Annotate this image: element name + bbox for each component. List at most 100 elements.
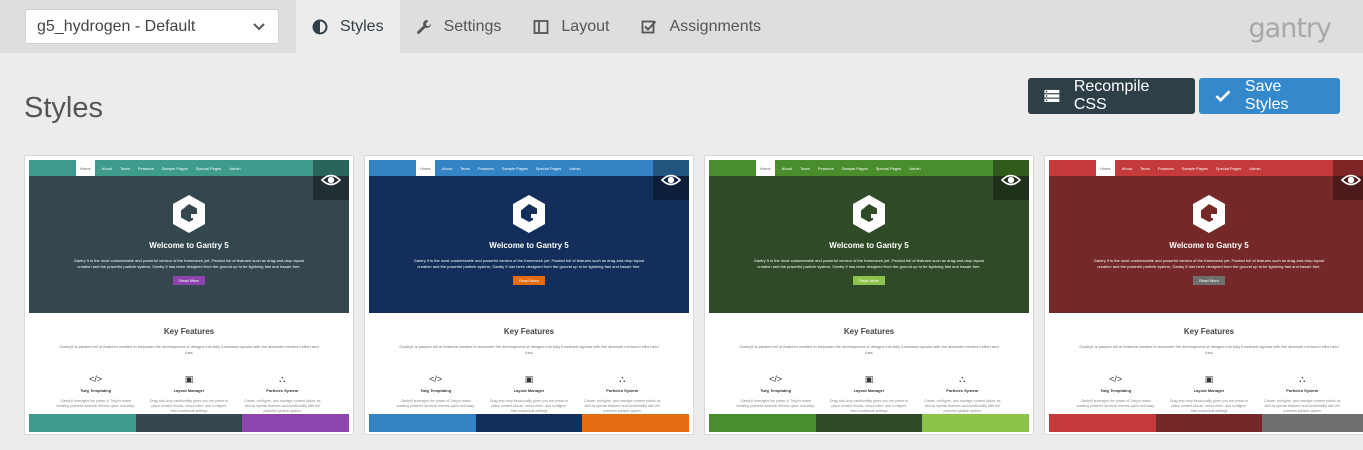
code-icon: </> [1109,374,1123,384]
preview-feature-name: Layout Manager [1193,388,1225,393]
layout-icon [533,19,549,34]
preview-nav: Home About Team Features Sample Pages Sp… [29,160,349,176]
gantry-g-logo [1193,195,1225,233]
tab-label: Settings [443,17,502,35]
tab-label: Layout [561,17,610,35]
recompile-css-label: Recompile CSS [1073,78,1150,113]
color-swatch [709,414,816,432]
preset-preview: Home About Team Features Sample Pages Sp… [709,160,1029,432]
preview-feature: </> Twig Templating Gantry5 leverages th… [396,374,476,414]
cubes-icon: ⛬ [1299,374,1306,384]
preview-eye-button[interactable] [313,160,349,200]
gantry-g-logo [173,195,205,233]
preset-preview: Home About Team Features Sample Pages Sp… [1049,160,1363,432]
preview-hero-text: Gantry 5 is the most customizable and po… [1093,258,1325,269]
preview-feature-name: Particles System [946,388,979,393]
checkmark-icon [1215,90,1231,103]
tab-layout[interactable]: Layout [517,0,625,53]
contrast-icon [312,19,328,34]
preview-kf-text: Gantry5 is packed full of features creat… [59,344,319,355]
tab-label: Assignments [669,17,762,35]
preview-eye-button[interactable] [1333,160,1363,200]
preview-nav-item: Admin [909,165,921,171]
preview-feature: </> Twig Templating Gantry5 leverages th… [736,374,816,414]
preview-eye-button[interactable] [993,160,1029,200]
preview-feature-name: Layout Manager [853,388,885,393]
preview-nav-item: Admin [229,165,241,171]
recompile-css-button[interactable]: Recompile CSS [1028,78,1195,114]
main-tabs: Styles Settings Layout Assignments [296,0,777,53]
preview-feature-desc: Create, configure, and manage content bl… [244,399,321,413]
preview-feature-name: Twig Templating [760,388,792,393]
preview-feature: ⛬ Particles System Create, configure, an… [242,374,322,414]
preview-nav-item: Team [800,165,810,171]
preview-nav-home: Home [756,160,775,176]
preset-card[interactable]: Home About Team Features Sample Pages Sp… [24,155,354,435]
preview-feature: ⛬ Particles System Create, configure, an… [582,374,662,414]
preview-feature-desc: Drag-and-drop functionality gives you th… [149,399,229,413]
color-swatch [29,414,136,432]
chevron-down-icon [253,23,265,31]
preset-preview: Home About Team Features Sample Pages Sp… [29,160,349,432]
preview-eye-button[interactable] [653,160,689,200]
color-swatch [1155,414,1263,432]
preview-nav-item: Features [137,165,154,171]
preview-nav-item: Team [1140,165,1150,171]
preview-nav-item: Sample Pages [1181,165,1208,171]
preview-nav-item: About [781,165,793,171]
theme-select-value: g5_hydrogen - Default [37,17,196,35]
preview-feature-name: Particles System [1286,388,1319,393]
preview-nav-item: Features [817,165,834,171]
tab-label: Styles [340,17,384,35]
preview-kf-title: Key Features [163,327,215,336]
preview-nav-item: Sample Pages [841,165,868,171]
cubes-icon: ⛬ [959,374,966,384]
color-swatch [922,414,1029,432]
color-swatch [815,414,923,432]
preview-hero-title: Welcome to Gantry 5 [489,241,569,250]
preview-feature-name: Layout Manager [513,388,545,393]
preset-card[interactable]: Home About Team Features Sample Pages Sp… [704,155,1034,435]
code-icon: </> [429,374,443,384]
preview-hero: Welcome to Gantry 5 Gantry 5 is the most… [709,176,1029,313]
gantry-g-logo [853,195,885,233]
layout-manager-icon: ▣ [184,374,194,384]
preview-nav-item: About [441,165,453,171]
color-swatch [582,414,689,432]
color-swatch [1049,414,1156,432]
preview-feature: ⛬ Particles System Create, configure, an… [1262,374,1342,414]
preview-kf-title: Key Features [1183,327,1235,336]
color-swatch [242,414,349,432]
preview-features: </> Twig Templating Gantry5 leverages th… [369,374,689,414]
wrench-icon [416,19,431,34]
preview-hero-text: Gantry 5 is the most customizable and po… [413,258,645,269]
color-swatches [369,414,689,432]
cubes-icon: ⛬ [279,374,286,384]
eye-icon [321,174,341,186]
tab-assignments[interactable]: Assignments [625,0,777,53]
tab-settings[interactable]: Settings [400,0,518,53]
preview-feature-desc: Drag-and-drop functionality gives you th… [1169,399,1249,413]
save-styles-button[interactable]: Save Styles [1199,78,1340,114]
preview-nav: Home About Team Features Sample Pages Sp… [1049,160,1363,176]
preset-card[interactable]: Home About Team Features Sample Pages Sp… [364,155,694,435]
code-icon: </> [89,374,103,384]
preview-nav-item: Features [477,165,494,171]
preview-feature-desc: Gantry5 leverages the power of Twig to m… [736,399,815,408]
preview-feature-name: Twig Templating [80,388,112,393]
preview-nav-item: Team [120,165,130,171]
preview-hero: Welcome to Gantry 5 Gantry 5 is the most… [369,176,689,313]
tab-styles[interactable]: Styles [296,0,400,53]
preview-nav-home: Home [416,160,435,176]
save-styles-label: Save Styles [1244,78,1289,113]
preview-feature-desc: Drag-and-drop functionality gives you th… [829,399,909,413]
preview-feature-name: Layout Manager [173,388,205,393]
preset-card[interactable]: Home About Team Features Sample Pages Sp… [1044,155,1363,435]
preset-preview: Home About Team Features Sample Pages Sp… [369,160,689,432]
layout-manager-icon: ▣ [1204,374,1214,384]
preview-feature: </> Twig Templating Gantry5 leverages th… [1076,374,1156,414]
color-swatch [1262,414,1363,432]
theme-select[interactable]: g5_hydrogen - Default [25,9,279,44]
color-swatches [29,414,349,432]
preview-nav-item: Admin [569,165,581,171]
